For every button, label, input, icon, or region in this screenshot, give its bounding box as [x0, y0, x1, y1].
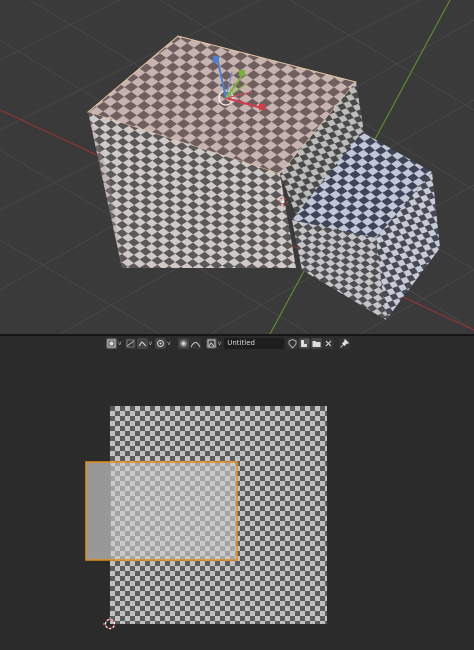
uv-island-selected[interactable]	[85, 461, 238, 561]
viewport-canvas[interactable]	[0, 0, 474, 334]
uv-canvas[interactable]	[0, 336, 474, 650]
uv-editor[interactable]: v v v v Untitled	[0, 336, 474, 650]
3d-viewport[interactable]	[0, 0, 474, 334]
blender-window: v v v v Untitled	[0, 0, 474, 650]
